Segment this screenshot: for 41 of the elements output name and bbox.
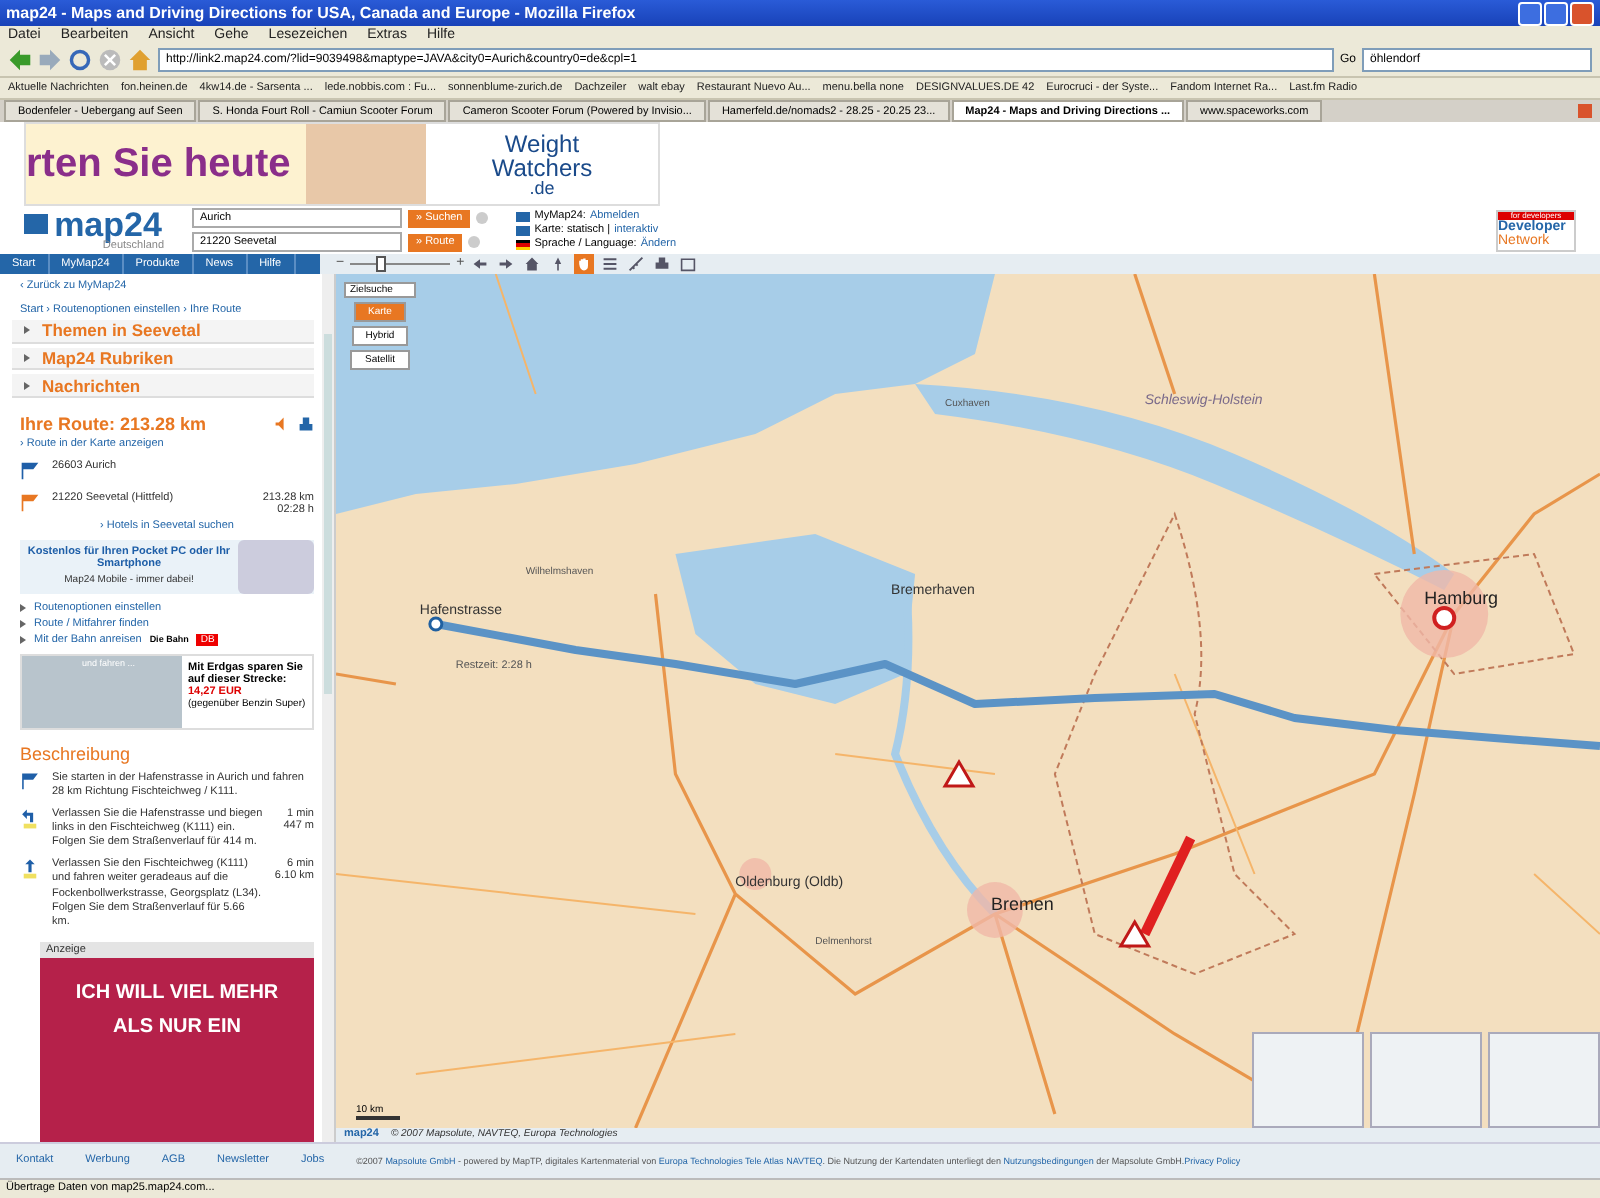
window-icon[interactable] [678, 253, 699, 274]
ad-slogan: rten Sie heute [26, 141, 293, 188]
warning-icon[interactable] [942, 758, 976, 788]
window-title: map24 - Maps and Driving Directions for USA, Canada and Europe - Mozilla Firefox [6, 4, 636, 23]
ad-line: ICH WILL VIEL MEHR [75, 981, 279, 1004]
marker-icon[interactable] [1432, 605, 1457, 630]
straight-arrow-icon [20, 858, 40, 881]
flag-icon [20, 492, 40, 515]
phone-placeholder [238, 540, 314, 594]
back-icon[interactable] [8, 48, 32, 73]
reload-icon[interactable] [68, 48, 92, 73]
speaker-icon[interactable] [274, 416, 290, 433]
brand-logo: Weight Watchers .de [426, 124, 658, 205]
close-tab-button[interactable] [1578, 104, 1592, 119]
maximize-button[interactable] [1544, 1, 1568, 26]
warning-icon[interactable] [1118, 918, 1152, 948]
print-icon[interactable] [652, 253, 673, 274]
lines-icon[interactable] [600, 253, 621, 274]
traffic-jam-line [1140, 835, 1196, 937]
ad-line: ALS NUR EIN [113, 1015, 241, 1038]
minimize-button[interactable] [1518, 1, 1542, 26]
route-title: Ihre Route: 213.28 km [20, 414, 209, 435]
print-icon[interactable] [298, 416, 314, 433]
place-label: Bremen [990, 893, 1054, 914]
section-title: Themen in Seevetal [42, 320, 201, 341]
description-title: Beschreibung [20, 743, 133, 764]
ad-banner[interactable]: rten Sie heute Weight Watchers .de [24, 122, 660, 207]
section-title: Nachrichten [42, 375, 141, 396]
marker-icon[interactable] [428, 616, 444, 632]
scrollbar[interactable] [322, 273, 334, 1142]
flag-icon [20, 771, 40, 794]
close-button[interactable] [1570, 1, 1594, 26]
section-title: Map24 Rubriken [42, 348, 174, 369]
turn-left-icon [20, 807, 40, 830]
home-icon[interactable] [522, 253, 543, 274]
ruler-icon[interactable] [626, 253, 647, 274]
place-label: Hamburg [1424, 587, 1499, 608]
ad-panel[interactable]: ICH WILL VIEL MEHR ALS NUR EIN [40, 957, 314, 1142]
photo-placeholder [306, 124, 426, 205]
flag-icon [20, 460, 40, 483]
zoom-thumb[interactable] [376, 255, 387, 272]
